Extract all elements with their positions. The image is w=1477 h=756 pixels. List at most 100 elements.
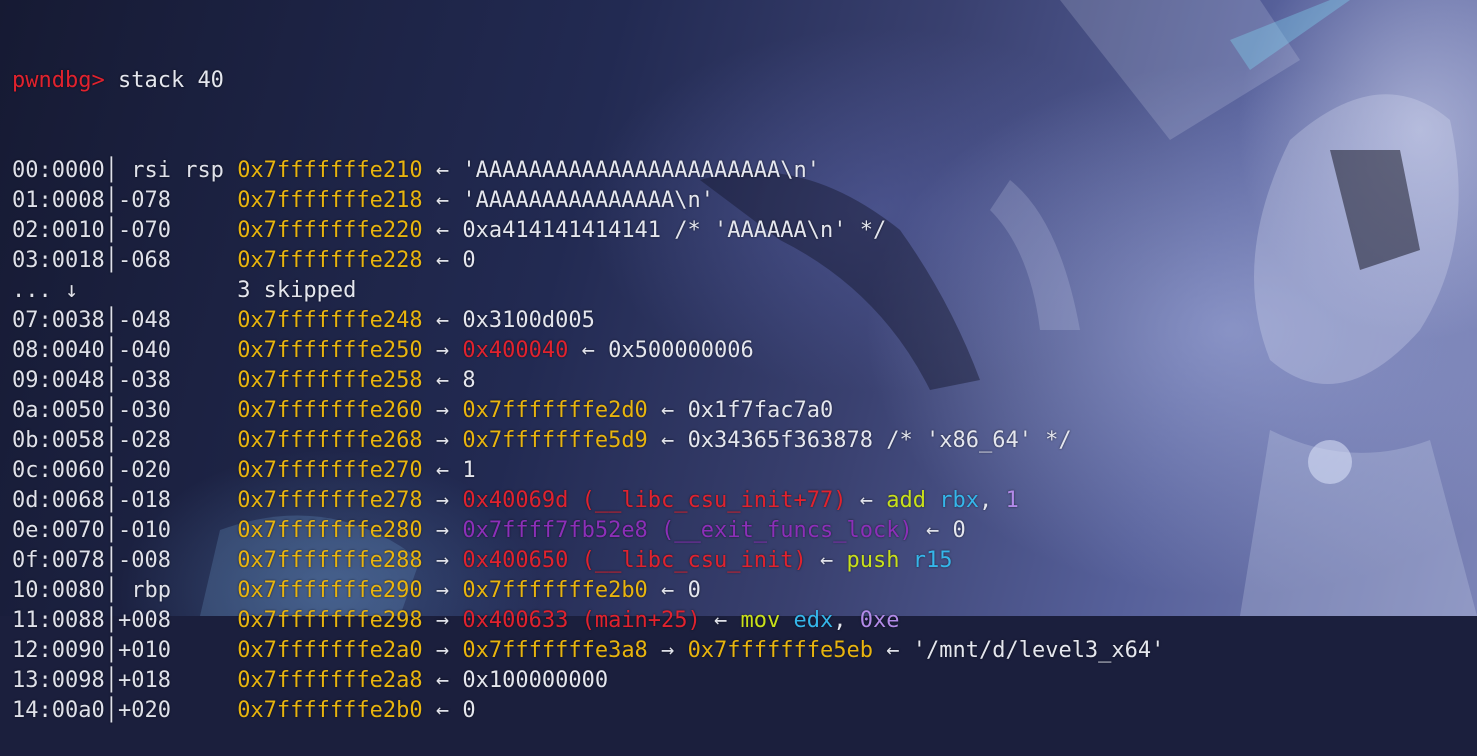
stack-offset: 11:0088 [12, 608, 105, 633]
value-text [926, 488, 939, 513]
stack-address: 0x7fffffffe280 [237, 518, 423, 543]
value-text [899, 548, 912, 573]
column-separator: │ [104, 188, 118, 213]
value-arrow: ← [422, 308, 463, 333]
terminal-output[interactable]: pwndbg> stack 40 00:0000│ rsi rsp 0x7fff… [12, 6, 1164, 756]
value-text: 0x1f7fac7a0 [687, 398, 834, 423]
value-arrow: → [647, 638, 688, 663]
value-arrow: ← [422, 458, 463, 483]
value-text: 0 [462, 248, 476, 273]
column-separator: │ [104, 548, 118, 573]
stack-offset: 01:0008 [12, 188, 105, 213]
value-arrow: ← [806, 548, 847, 573]
register-label: -038 [117, 368, 238, 393]
value-arrow: ← [422, 218, 463, 243]
register-label: -028 [117, 428, 238, 453]
stack-row: 00:0000│ rsi rsp 0x7fffffffe210 ← 'AAAAA… [12, 156, 1164, 186]
register-label: +010 [117, 638, 238, 663]
stack-row: 0f:0078│-008 0x7fffffffe288 → 0x400650 (… [12, 546, 1164, 576]
stack-offset: 14:00a0 [12, 698, 105, 723]
value-text: 'AAAAAAAAAAAAAAAAAAAAAAA\n' [462, 158, 820, 183]
value-arrow: ← [846, 488, 887, 513]
stack-row: 0e:0070│-010 0x7fffffffe280 → 0x7ffff7fb… [12, 516, 1164, 546]
shell-prompt: pwndbg> [12, 68, 105, 93]
stack-listing: 00:0000│ rsi rsp 0x7fffffffe210 ← 'AAAAA… [12, 156, 1164, 726]
value-text: 0xa414141414141 /* 'AAAAAA\n' */ [462, 218, 887, 243]
column-separator: │ [104, 698, 118, 723]
value-arrow: ← [422, 188, 463, 213]
register-label: -010 [117, 518, 238, 543]
column-separator [105, 278, 118, 303]
column-separator: │ [104, 458, 118, 483]
value-arrow: → [422, 488, 463, 513]
stack-row: ... ↓ 3 skipped [12, 276, 1164, 306]
register-label: +018 [117, 668, 238, 693]
stack-row: 09:0048│-038 0x7fffffffe258 ← 8 [12, 366, 1164, 396]
command-text: stack 40 [117, 68, 224, 93]
stack-address: 0x7fffffffe278 [237, 488, 423, 513]
stack-address: 0x7fffffffe228 [237, 248, 423, 273]
stack-address: 0x7fffffffe260 [237, 398, 423, 423]
value-arrow: ← [700, 608, 741, 633]
value-arrow: ← [422, 698, 463, 723]
value-arrow: ← [912, 518, 953, 543]
stack-row: 08:0040│-040 0x7fffffffe250 → 0x400040 ←… [12, 336, 1164, 366]
stack-row: 10:0080│ rbp 0x7fffffffe290 → 0x7fffffff… [12, 576, 1164, 606]
register-label: +008 [117, 608, 238, 633]
stack-address: 0x7fffffffe258 [237, 368, 423, 393]
value-text: 1 [462, 458, 476, 483]
register-label: rbp [117, 578, 238, 603]
value-imm: 1 [1005, 488, 1019, 513]
stack-offset: 0f:0078 [12, 548, 105, 573]
register-label: -078 [117, 188, 238, 213]
value-arrow: → [422, 638, 463, 663]
register-label: -020 [117, 458, 238, 483]
stack-address: 0x7fffffffe298 [237, 608, 423, 633]
stack-address: 0x7fffffffe210 [237, 158, 423, 183]
value-code: 0x400650 (__libc_csu_init) [462, 548, 807, 573]
stack-address: 0x7fffffffe2a8 [237, 668, 423, 693]
value-arrow: → [422, 608, 463, 633]
value-text: '/mnt/d/level3_x64' [912, 638, 1165, 663]
stack-offset: 08:0040 [12, 338, 105, 363]
column-separator: │ [104, 608, 118, 633]
stack-address: 0x7fffffffe268 [237, 428, 423, 453]
stack-row: 0b:0058│-028 0x7fffffffe268 → 0x7fffffff… [12, 426, 1164, 456]
value-code: 0x400040 [462, 338, 569, 363]
value-arrow: → [422, 578, 463, 603]
value-text: 'AAAAAAAAAAAAAAA\n' [462, 188, 715, 213]
column-separator: │ [104, 158, 118, 183]
stack-address: 0x7fffffffe290 [237, 578, 423, 603]
value-text: 8 [462, 368, 476, 393]
value-code: 0x40069d (__libc_csu_init+77) [462, 488, 847, 513]
value-arrow: ← [422, 368, 463, 393]
value-text: 0x3100d005 [462, 308, 595, 333]
column-separator: │ [104, 668, 118, 693]
prompt-line: pwndbg> stack 40 [12, 66, 1164, 96]
value-addr: 0x7fffffffe3a8 [462, 638, 648, 663]
stack-row: 01:0008│-078 0x7fffffffe218 ← 'AAAAAAAAA… [12, 186, 1164, 216]
value-addr: 0x7fffffffe5d9 [462, 428, 648, 453]
value-imm: 0xe [859, 608, 900, 633]
value-arrow: → [422, 398, 463, 423]
column-separator: │ [104, 428, 118, 453]
value-text [780, 608, 793, 633]
value-arrow: ← [422, 158, 463, 183]
value-arrow: → [422, 428, 463, 453]
register-label: -048 [117, 308, 238, 333]
stack-address: 0x7fffffffe220 [237, 218, 423, 243]
column-separator: │ [104, 338, 118, 363]
column-separator: │ [104, 368, 118, 393]
value-data: 0x7ffff7fb52e8 (__exit_funcs_lock) [462, 518, 913, 543]
register-label: +020 [117, 698, 238, 723]
stack-address: 0x7fffffffe250 [237, 338, 423, 363]
column-separator: │ [104, 248, 118, 273]
value-arrow: ← [647, 428, 688, 453]
value-arrow: ← [647, 578, 688, 603]
value-addr: 0x7fffffffe2b0 [462, 578, 648, 603]
value-code: 0x400633 (main+25) [462, 608, 701, 633]
value-text: 3 skipped [237, 278, 357, 303]
stack-offset: 09:0048 [12, 368, 105, 393]
value-reg: r15 [912, 548, 953, 573]
column-separator: │ [104, 308, 118, 333]
